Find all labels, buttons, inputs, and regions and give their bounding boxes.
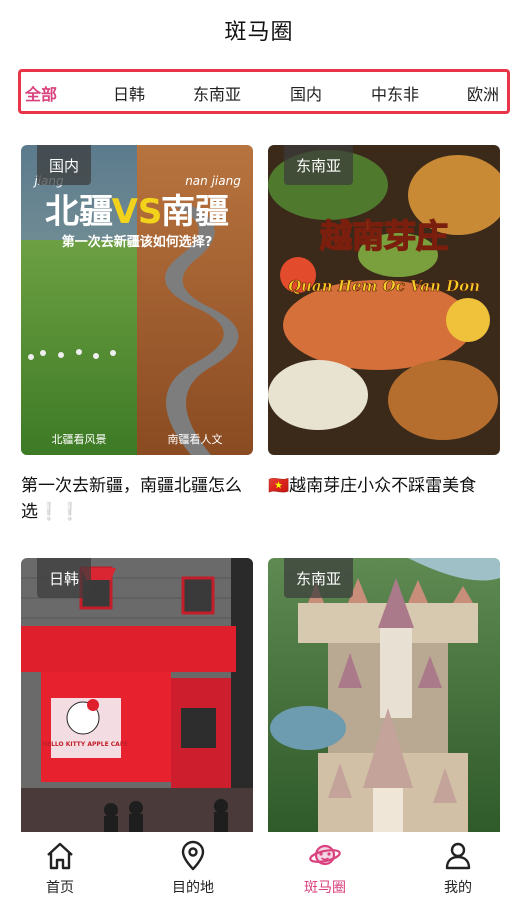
post-card[interactable]: HELLO KITTY APPLE CAFE 日韩 xyxy=(21,558,253,832)
image-footer-right: 南疆看人文 xyxy=(168,432,223,446)
post-image[interactable]: HELLO KITTY APPLE CAFE xyxy=(21,558,253,832)
tab-domestic[interactable]: 国内 xyxy=(290,81,322,105)
post-card[interactable]: 东南亚 xyxy=(268,558,500,832)
tab-middle-east-africa[interactable]: 中东非 xyxy=(371,81,419,105)
nav-destination[interactable]: 目的地 xyxy=(148,840,238,897)
image-subtitle: 第一次去新疆该如何选择? xyxy=(62,234,213,250)
nav-mine[interactable]: 我的 xyxy=(413,840,503,897)
header: 斑马圈 xyxy=(0,0,518,60)
image-footer-left: 北疆看风景 xyxy=(52,432,107,446)
image-title-north: 北疆 xyxy=(45,192,113,232)
tab-europe[interactable]: 欧洲 xyxy=(467,81,499,105)
post-image[interactable]: 北疆 VS 南疆 jiang nan jiang 第一次去新疆该如何选择? 北疆… xyxy=(21,145,253,455)
caption-emoji: ❕❕ xyxy=(38,502,81,522)
nav-destination-label: 目的地 xyxy=(172,880,214,896)
cafe-sign-text: HELLO KITTY APPLE CAFE xyxy=(42,741,128,748)
nav-home[interactable]: 首页 xyxy=(15,840,105,897)
vietnam-flag-icon: 🇻🇳 xyxy=(268,476,290,496)
image-title-south: 南疆 xyxy=(161,192,229,232)
tab-japan-korea[interactable]: 日韩 xyxy=(113,81,145,105)
tab-southeast-asia[interactable]: 东南亚 xyxy=(193,81,241,105)
nav-zebra-circle-label: 斑马圈 xyxy=(304,880,346,896)
image-pinyin-right: nan jiang xyxy=(185,174,241,188)
post-image[interactable] xyxy=(268,558,500,832)
page-title: 斑马圈 xyxy=(224,20,294,45)
location-pin-icon xyxy=(181,840,205,871)
nav-mine-label: 我的 xyxy=(444,880,472,896)
category-tabs: 全部 日韩 东南亚 国内 中东非 欧洲 xyxy=(18,69,510,114)
home-icon xyxy=(47,842,73,870)
caption-text: 越南芽庄小众不踩雷美食 xyxy=(289,476,477,496)
post-card[interactable]: 越南芽庄 Quan Hem Oc Van Don 东南亚 🇻🇳越南芽庄小众不踩雷… xyxy=(268,145,500,525)
post-caption[interactable]: 第一次去新疆，南疆北疆怎么选❕❕ xyxy=(21,473,257,525)
nav-zebra-circle[interactable]: 斑马圈 xyxy=(280,840,370,897)
region-badge: 东南亚 xyxy=(284,558,354,598)
tab-all[interactable]: 全部 xyxy=(25,81,57,105)
region-badge: 国内 xyxy=(37,145,92,185)
region-badge: 日韩 xyxy=(37,558,92,598)
post-image[interactable]: 越南芽庄 Quan Hem Oc Van Don xyxy=(268,145,500,455)
image-title: 越南芽庄 xyxy=(320,217,448,255)
user-icon xyxy=(445,842,471,870)
image-subtitle: Quan Hem Oc Van Don xyxy=(288,277,480,295)
image-vs: VS xyxy=(112,192,163,232)
nav-home-label: 首页 xyxy=(46,880,74,896)
region-badge: 东南亚 xyxy=(284,145,354,185)
post-card[interactable]: 北疆 VS 南疆 jiang nan jiang 第一次去新疆该如何选择? 北疆… xyxy=(21,145,253,525)
post-caption[interactable]: 🇻🇳越南芽庄小众不踩雷美食 xyxy=(268,473,504,499)
bottom-nav: 首页 目的地 斑马圈 我的 xyxy=(0,832,518,900)
planet-icon xyxy=(309,844,341,866)
